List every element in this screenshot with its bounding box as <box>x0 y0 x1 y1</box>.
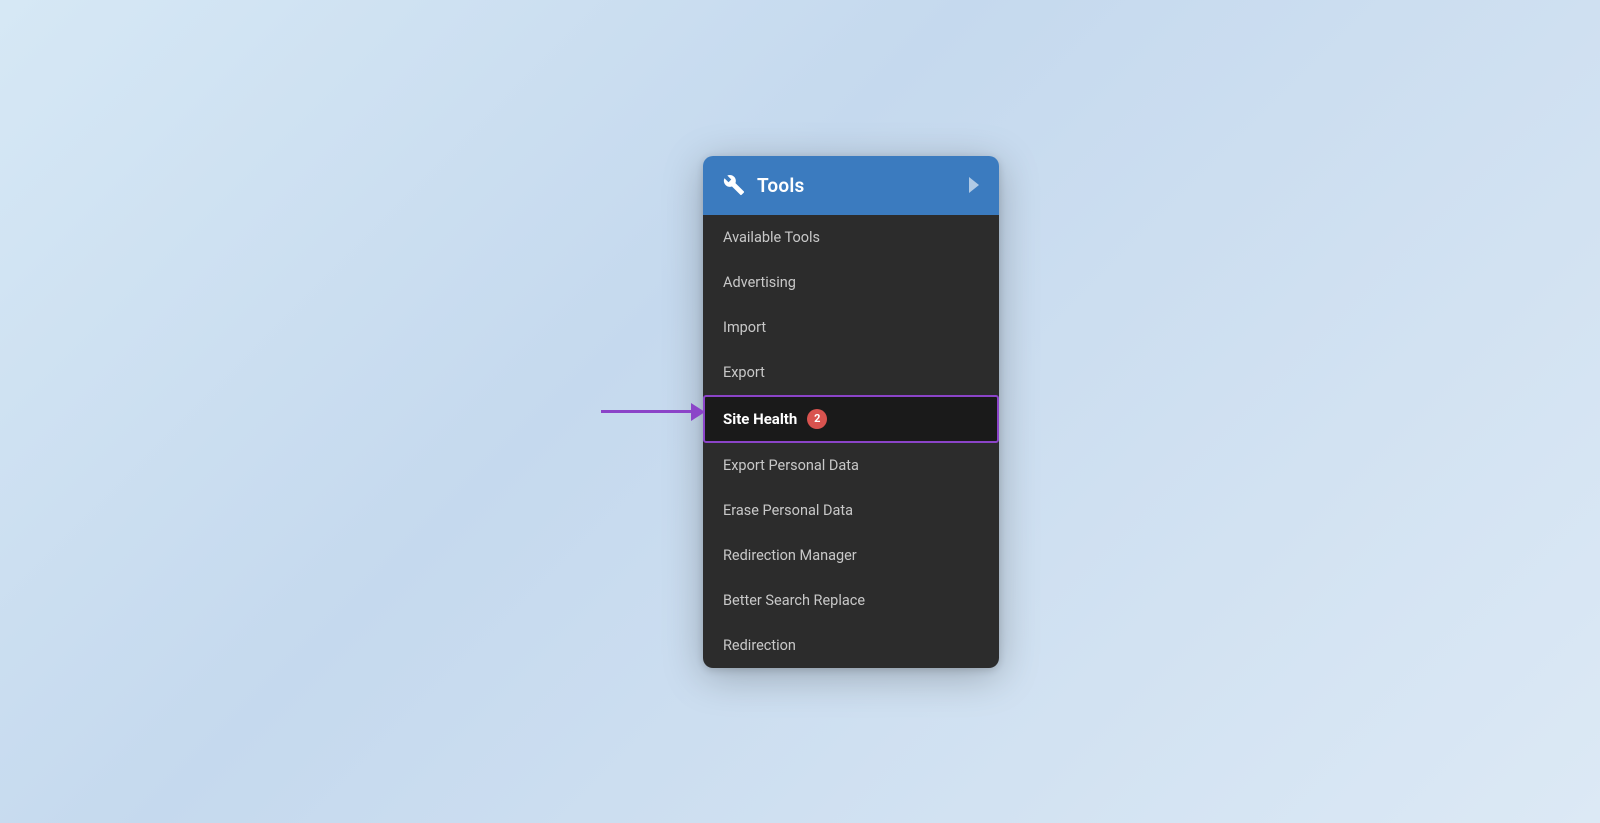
menu-item-erase-personal-data[interactable]: Erase Personal Data <box>703 488 999 533</box>
header-arrow-right <box>969 177 979 193</box>
menu-item-label: Better Search Replace <box>723 592 865 609</box>
wrench-icon <box>723 174 745 196</box>
menu-item-label: Advertising <box>723 274 796 291</box>
arrow-container <box>601 403 705 421</box>
menu-item-label: Site Health <box>723 410 797 428</box>
menu-item-advertising[interactable]: Advertising <box>703 260 999 305</box>
menu-item-label: Export Personal Data <box>723 457 859 474</box>
menu-item-export-personal-data[interactable]: Export Personal Data <box>703 443 999 488</box>
menu-item-export[interactable]: Export <box>703 350 999 395</box>
menu-item-site-health[interactable]: Site Health 2 <box>703 395 999 443</box>
arrow-line <box>601 410 691 413</box>
menu-item-label: Redirection <box>723 637 796 654</box>
menu-item-label: Export <box>723 364 765 381</box>
menu-item-better-search-replace[interactable]: Better Search Replace <box>703 578 999 623</box>
tools-menu-card: Tools Available Tools Advertising Import… <box>703 156 999 668</box>
menu-item-label: Available Tools <box>723 229 820 246</box>
arrow-head <box>691 403 705 421</box>
menu-item-import[interactable]: Import <box>703 305 999 350</box>
menu-item-available-tools[interactable]: Available Tools <box>703 215 999 260</box>
menu-item-label: Erase Personal Data <box>723 502 853 519</box>
menu-item-redirection-manager[interactable]: Redirection Manager <box>703 533 999 578</box>
menu-item-label: Import <box>723 319 766 336</box>
menu-body: Available Tools Advertising Import Expor… <box>703 215 999 668</box>
menu-item-label: Redirection Manager <box>723 547 857 564</box>
menu-header-title: Tools <box>757 174 804 197</box>
site-health-badge: 2 <box>807 409 827 429</box>
annotation-arrow <box>601 403 705 421</box>
menu-item-redirection[interactable]: Redirection <box>703 623 999 668</box>
scene: Tools Available Tools Advertising Import… <box>601 156 999 668</box>
menu-header[interactable]: Tools <box>703 156 999 215</box>
